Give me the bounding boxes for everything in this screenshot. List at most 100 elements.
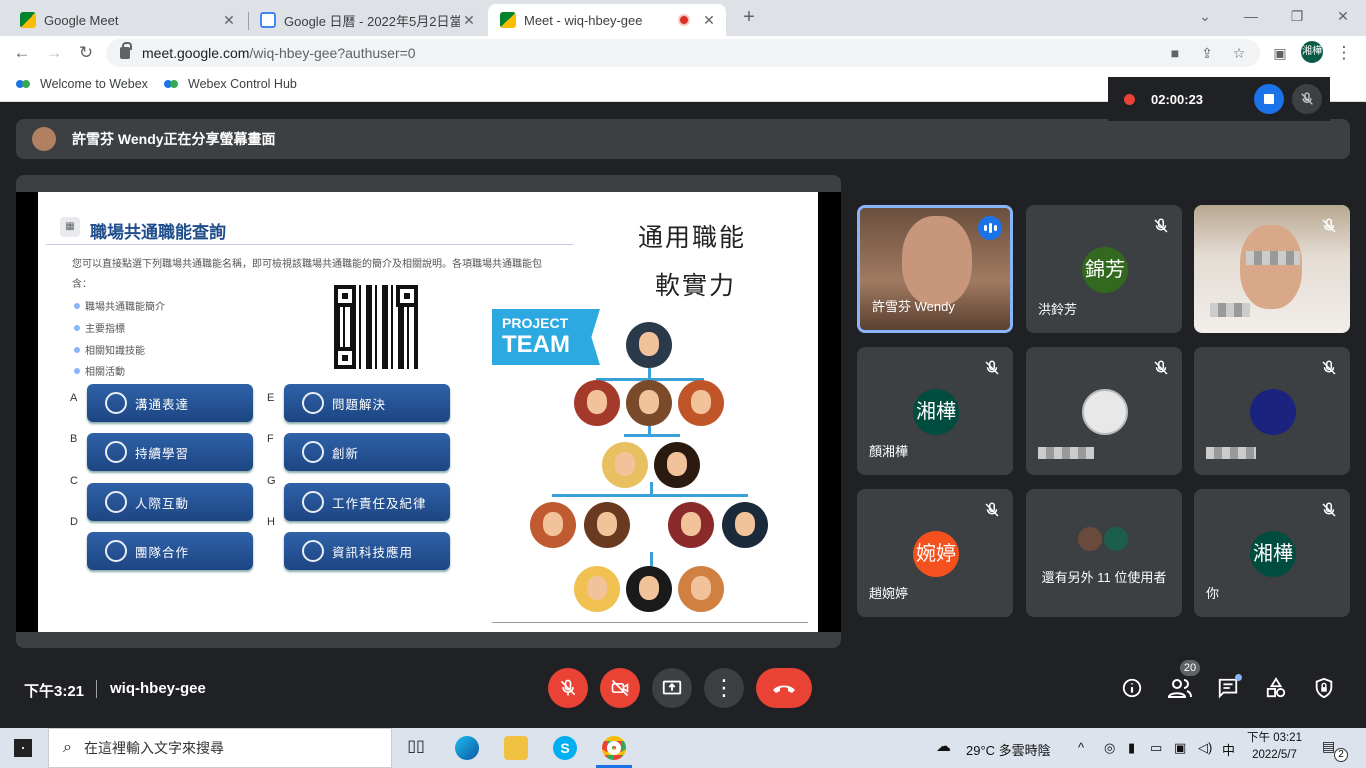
tab-google-calendar[interactable]: Google 日曆 - 2022年5月2日當週 ✕ [248, 4, 486, 36]
bookmark-star-icon[interactable]: ☆ [1230, 44, 1248, 62]
address-bar[interactable]: meet.google.com/wiq-hbey-gee?authuser=0 … [106, 39, 1260, 67]
taskbar-search-box[interactable]: ⌕ 在這裡輸入文字來搜尋 [48, 728, 392, 768]
stop-recording-button[interactable] [1254, 84, 1284, 114]
recording-icon [678, 14, 690, 26]
ime-indicator[interactable]: 中 [1222, 740, 1235, 759]
tab-search-icon[interactable]: ⌄ [1182, 4, 1228, 28]
skill-label: 創新 [332, 446, 360, 461]
participant-tile[interactable] [1026, 347, 1182, 475]
skill-label: 溝通表達 [135, 397, 190, 412]
mic-tray-icon[interactable]: ▮ [1128, 740, 1135, 756]
reload-icon[interactable]: ↻ [74, 41, 98, 65]
camera-off-icon [611, 679, 629, 697]
team-member-avatar [574, 380, 620, 426]
task-view-icon[interactable]: ▯▯ [404, 736, 428, 760]
recording-timer: 02:00:23 [1151, 91, 1204, 107]
skill-letter: B [70, 433, 78, 445]
slide-title: 職場共通職能查詢 [90, 223, 226, 242]
minimize-button[interactable]: — [1228, 4, 1274, 28]
bookmark-webex-control-hub[interactable]: Webex Control Hub [164, 77, 297, 91]
slide-description: 您可以直接點選下列職場共通職能名稱，即可檢視該職場共通職能的簡介及相關說明。各項… [72, 259, 542, 290]
skill-button-learning: 持續學習 [87, 433, 253, 471]
recorder-mic-button[interactable] [1292, 84, 1322, 114]
profile-avatar[interactable]: 湘樺 [1301, 41, 1323, 63]
handshake-icon [105, 540, 127, 562]
speaking-indicator-icon [978, 216, 1002, 240]
qr-marker [334, 347, 356, 369]
close-window-button[interactable]: ✕ [1320, 4, 1366, 28]
taskbar-clock[interactable]: 下午 03:21 2022/5/7 [1247, 730, 1302, 764]
weather-icon[interactable]: ☁ [936, 737, 951, 755]
edge-icon[interactable] [455, 736, 479, 760]
taskbar-time: 下午 03:21 [1247, 732, 1302, 744]
host-controls-icon[interactable] [1312, 676, 1336, 700]
battery-icon[interactable]: ▭ [1150, 740, 1162, 756]
participant-tile[interactable] [1194, 205, 1350, 333]
chat-icon[interactable] [1216, 674, 1242, 700]
chevron-up-icon[interactable]: ^ [1078, 740, 1084, 755]
presentation-banner: 許雪芬 Wendy正在分享螢幕畫面 [16, 119, 1350, 159]
mic-off-icon [1301, 92, 1313, 105]
unread-dot [1235, 674, 1242, 681]
participant-tile[interactable]: 婉婷 趙婉婷 [857, 489, 1013, 617]
camera-tray-icon[interactable]: ◎ [1104, 740, 1115, 756]
camera-toggle-button[interactable] [600, 668, 640, 708]
meeting-info-icon[interactable] [1120, 676, 1144, 700]
bullet-icon [74, 346, 80, 353]
tab-google-meet[interactable]: Google Meet ✕ [8, 4, 246, 36]
participant-tile[interactable] [1194, 347, 1350, 475]
bookmark-webex[interactable]: Welcome to Webex [16, 77, 148, 91]
mic-off-icon [1154, 218, 1168, 233]
start-windows-icon[interactable] [14, 739, 32, 757]
network-icon[interactable]: ▣ [1174, 740, 1186, 756]
back-icon[interactable]: ← [10, 41, 34, 65]
skype-icon[interactable]: S [553, 736, 577, 760]
restore-button[interactable]: ❐ [1274, 4, 1320, 28]
activities-icon[interactable] [1264, 676, 1288, 700]
list-item: 主要指標 [74, 320, 125, 335]
participant-tile[interactable]: 湘樺 顏湘樺 [857, 347, 1013, 475]
browser-tabbar: Google Meet ✕ Google 日曆 - 2022年5月2日當週 ✕ … [0, 0, 1366, 36]
calendar-favicon [260, 12, 276, 28]
volume-icon[interactable]: ◁) [1198, 740, 1212, 756]
tree-line [552, 494, 748, 497]
camera-icon[interactable]: ■ [1166, 44, 1184, 62]
divider [46, 244, 573, 245]
skill-button-innovation: 創新 [284, 433, 450, 471]
lightbulb-icon [302, 441, 324, 463]
present-screen-button[interactable] [652, 668, 692, 708]
side-panel-icon[interactable]: ▣ [1268, 41, 1292, 65]
skill-label: 資訊科技應用 [332, 545, 414, 560]
participant-avatar: 湘樺 [913, 389, 959, 435]
blurred-region [1246, 251, 1300, 265]
taskbar-search-placeholder: 在這裡輸入文字來搜尋 [83, 740, 224, 756]
new-tab-button[interactable]: + [738, 6, 760, 28]
weather-text[interactable]: 29°C 多雲時陰 [966, 740, 1051, 759]
close-icon[interactable]: ✕ [220, 12, 238, 29]
close-icon[interactable]: ✕ [700, 12, 718, 29]
participant-tile[interactable]: 許雪芬 Wendy [857, 205, 1013, 333]
file-explorer-icon[interactable] [504, 736, 528, 760]
taskbar-date: 2022/5/7 [1252, 749, 1297, 761]
recording-widget: 02:00:23 [1108, 77, 1330, 121]
skill-label: 人際互動 [135, 496, 190, 511]
mic-toggle-button[interactable] [548, 668, 588, 708]
share-icon[interactable]: ⇪ [1198, 44, 1216, 62]
skill-label: 團隊合作 [135, 545, 190, 560]
skill-button-communication: 溝通表達 [87, 384, 253, 422]
tab-meet-active[interactable]: Meet - wiq-hbey-gee ✕ [488, 4, 726, 36]
others-tile[interactable]: 還有另外 11 位使用者 [1026, 489, 1182, 617]
leave-call-button[interactable] [756, 668, 812, 708]
chrome-icon[interactable] [602, 736, 626, 760]
more-options-button[interactable]: ⋮ [704, 668, 744, 708]
skill-letter: C [70, 475, 78, 487]
url-host: meet.google.com [142, 45, 250, 61]
lock-icon[interactable] [120, 42, 132, 59]
forward-icon[interactable]: → [42, 41, 66, 65]
self-tile[interactable]: 湘樺 你 [1194, 489, 1350, 617]
participant-tile[interactable]: 錦芳 洪鈴芳 [1026, 205, 1182, 333]
bullet-text: 相關活動 [85, 367, 125, 378]
close-icon[interactable]: ✕ [460, 12, 478, 29]
more-menu-icon[interactable]: ⋮ [1332, 41, 1356, 65]
people-icon[interactable] [1168, 676, 1192, 700]
